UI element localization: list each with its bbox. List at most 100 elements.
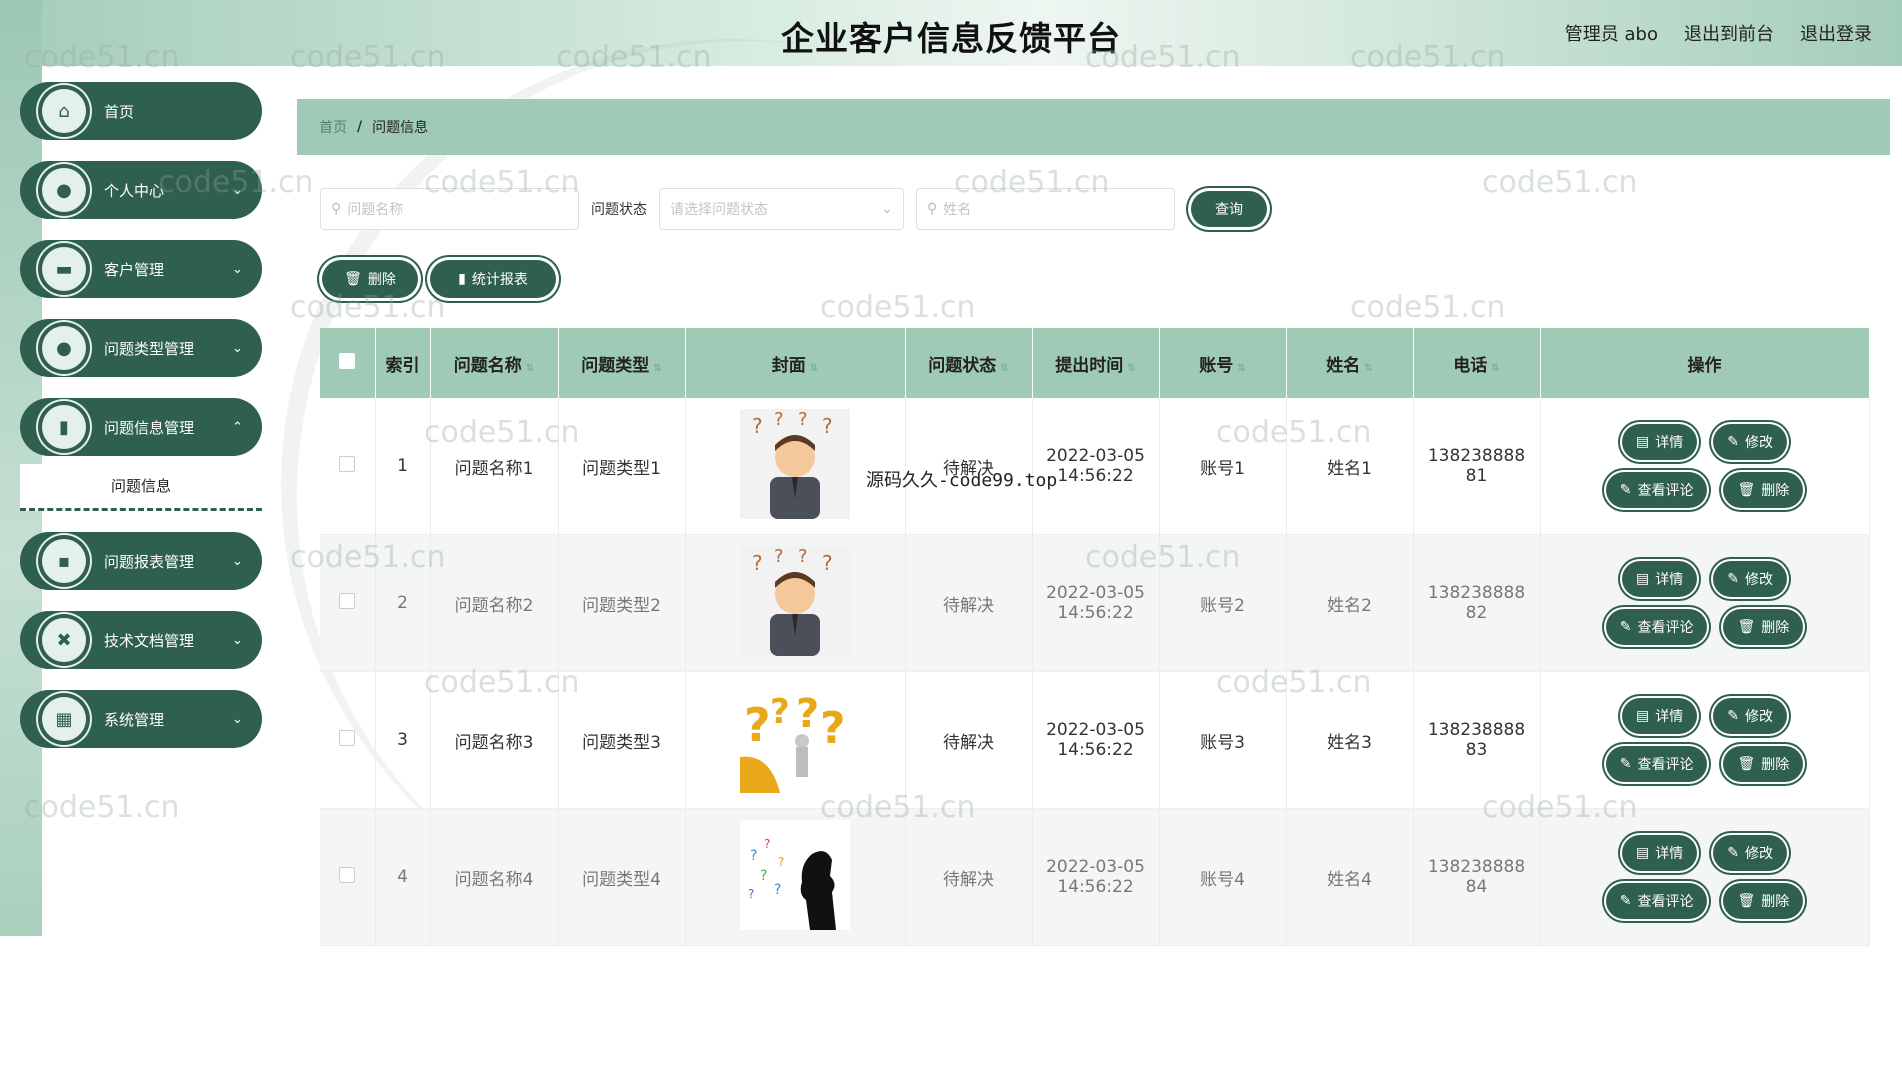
sort-icon[interactable]: ⇅ [1364,363,1372,374]
search-icon: ⚲ [331,201,342,217]
logout-link[interactable]: 退出登录 [1800,20,1872,46]
issue-name-input[interactable]: ⚲ 问题名称 [320,188,579,230]
sidebar-item-issue-report-management[interactable]: ▪ 问题报表管理 ⌄ [20,532,262,590]
report-button[interactable]: ▮ 统计报表 [430,260,556,298]
detail-button[interactable]: ▤ 详情 [1622,561,1698,597]
column-header-phone[interactable]: 电话 ⇅ [1413,328,1541,398]
cover-image-question-marks[interactable]: ? ? ? ? [740,682,850,793]
trash-icon: 🗑 [1737,756,1756,772]
chat-icon: ▪ [42,539,86,583]
view-comments-button[interactable]: ✎ 查看评论 [1605,883,1708,919]
chevron-down-icon: ⌄ [232,340,243,356]
column-header-time[interactable]: 提出时间 ⇅ [1032,328,1160,398]
row-checkbox[interactable] [339,729,356,746]
cover-image-confused-man[interactable]: ?? ?? [740,545,850,656]
select-all-checkbox[interactable] [339,352,356,369]
column-header-type[interactable]: 问题类型 ⇅ [558,328,686,398]
sort-icon[interactable]: ⇅ [1127,363,1135,374]
sidebar-item-tech-doc-management[interactable]: ✖ 技术文档管理 ⌄ [20,611,262,669]
header-label: 封面 [771,355,806,376]
view-comments-button[interactable]: ✎ 查看评论 [1605,746,1708,782]
row-delete-button[interactable]: 🗑 删除 [1723,883,1804,919]
cover-image-confused-man[interactable]: ?? ?? [740,408,850,519]
row-delete-button[interactable]: 🗑 删除 [1723,746,1804,782]
sidebar-item-issue-info-management[interactable]: ▮ 问题信息管理 ⌃ [20,398,262,456]
column-header-name[interactable]: 问题名称 ⇅ [430,328,559,398]
svg-text:?: ? [822,551,833,575]
cover-image-silhouette-thoughts[interactable]: ?? ?? ?? [740,819,850,930]
sidebar: ⌂ 首页 ● 个人中心 ⌄ ▬ 客户管理 ⌄ ● 问题类型管理 ⌄ ▮ 问题信息… [20,82,262,769]
svg-text:?: ? [770,692,790,732]
person-name-input[interactable]: ⚲ 姓名 [916,188,1175,230]
person-cell: 姓名1 [1286,398,1414,535]
detail-button[interactable]: ▤ 详情 [1622,835,1698,871]
sidebar-item-label: 首页 [104,102,135,121]
column-header-account[interactable]: 账号 ⇅ [1159,328,1287,398]
grid-icon: ▦ [42,697,86,741]
row-checkbox[interactable] [339,592,356,609]
row-checkbox[interactable] [339,866,356,883]
sort-icon[interactable]: ⇅ [653,363,661,374]
ticket-icon: ✖ [42,618,86,662]
edit-label: 修改 [1744,709,1773,725]
table-header-row: 索引 问题名称 ⇅ 问题类型 ⇅ 封面 ⇅ 问题状态 ⇅ 提出时间 ⇅ 账号 ⇅ 姓名 ⇅ 电… [320,328,1870,398]
edit-button[interactable]: ✎ 修改 [1713,698,1787,734]
edit-button[interactable]: ✎ 修改 [1713,424,1787,460]
breadcrumb-home[interactable]: 首页 [319,117,347,137]
person-cell: 姓名2 [1286,534,1414,672]
row-checkbox[interactable] [339,455,356,472]
detail-button[interactable]: ▤ 详情 [1622,698,1698,734]
sidebar-subitem-issue-info[interactable]: 问题信息 [20,464,262,511]
account-cell: 账号1 [1159,398,1287,535]
row-delete-button[interactable]: 🗑 删除 [1723,472,1804,508]
sort-icon[interactable]: ⇅ [1237,363,1245,374]
row-ops-bottom: ✎ 查看评论 🗑 删除 [1605,609,1804,645]
status-select[interactable]: 请选择问题状态 ⌄ [659,188,904,230]
sort-icon[interactable]: ⇅ [810,363,818,374]
detail-label: 详情 [1655,435,1684,451]
delete-button[interactable]: 🗑 删除 [322,260,418,298]
delete-label: 删除 [1761,894,1790,910]
action-bar: 🗑 删除 ▮ 统计报表 [322,260,556,298]
sort-icon[interactable]: ⇅ [526,363,534,374]
delete-label: 删除 [1761,757,1790,773]
view-comments-button[interactable]: ✎ 查看评论 [1605,609,1708,645]
row-ops: ▤ 详情 ✎ 修改 ✎ 查看评论 🗑 删除 [1542,424,1868,508]
exit-to-front-link[interactable]: 退出到前台 [1684,20,1774,46]
sidebar-item-label: 问题报表管理 [104,552,195,571]
user-icon: ● [42,168,86,212]
header-label: 问题状态 [928,355,997,376]
time-cell: 2022-03-05 14:56:22 [1032,671,1160,809]
row-delete-button[interactable]: 🗑 删除 [1723,609,1804,645]
header-user-area: 管理员 abo 退出到前台 退出登录 [1565,20,1872,46]
edit-button[interactable]: ✎ 修改 [1713,835,1787,871]
status-cell: 待解决 [905,808,1033,946]
sidebar-item-label: 个人中心 [104,181,165,200]
column-header-status[interactable]: 问题状态 ⇅ [905,328,1033,398]
comments-label: 查看评论 [1637,483,1694,499]
sidebar-item-personal-center[interactable]: ● 个人中心 ⌄ [20,161,262,219]
svg-text:?: ? [774,409,784,430]
sidebar-item-home[interactable]: ⌂ 首页 [20,82,262,140]
sidebar-item-system-management[interactable]: ▦ 系统管理 ⌄ [20,690,262,748]
row-select-cell [320,398,376,535]
column-header-index: 索引 [375,328,431,398]
column-header-cover[interactable]: 封面 ⇅ [685,328,906,398]
svg-text:?: ? [820,703,846,754]
trash-icon: 🗑 [1737,482,1756,498]
header-label: 电话 [1453,355,1488,376]
table-row: 4 问题名称4 问题类型4 ?? ?? ?? 待解决 2022-03-05 14… [320,808,1870,946]
detail-button[interactable]: ▤ 详情 [1622,424,1698,460]
edit-button[interactable]: ✎ 修改 [1713,561,1787,597]
query-button[interactable]: 查询 [1191,191,1267,227]
view-comments-button[interactable]: ✎ 查看评论 [1605,472,1708,508]
column-header-person[interactable]: 姓名 ⇅ [1286,328,1414,398]
ops-cell: ▤ 详情 ✎ 修改 ✎ 查看评论 🗑 删除 [1540,534,1870,672]
sidebar-item-issue-type-management[interactable]: ● 问题类型管理 ⌄ [20,319,262,377]
sort-icon[interactable]: ⇅ [1491,363,1499,374]
header-label: 操作 [1687,355,1722,376]
svg-text:?: ? [774,546,784,567]
sidebar-item-customer-management[interactable]: ▬ 客户管理 ⌄ [20,240,262,298]
sidebar-submenu: 问题信息 [20,456,262,511]
sort-icon[interactable]: ⇅ [1000,363,1008,374]
